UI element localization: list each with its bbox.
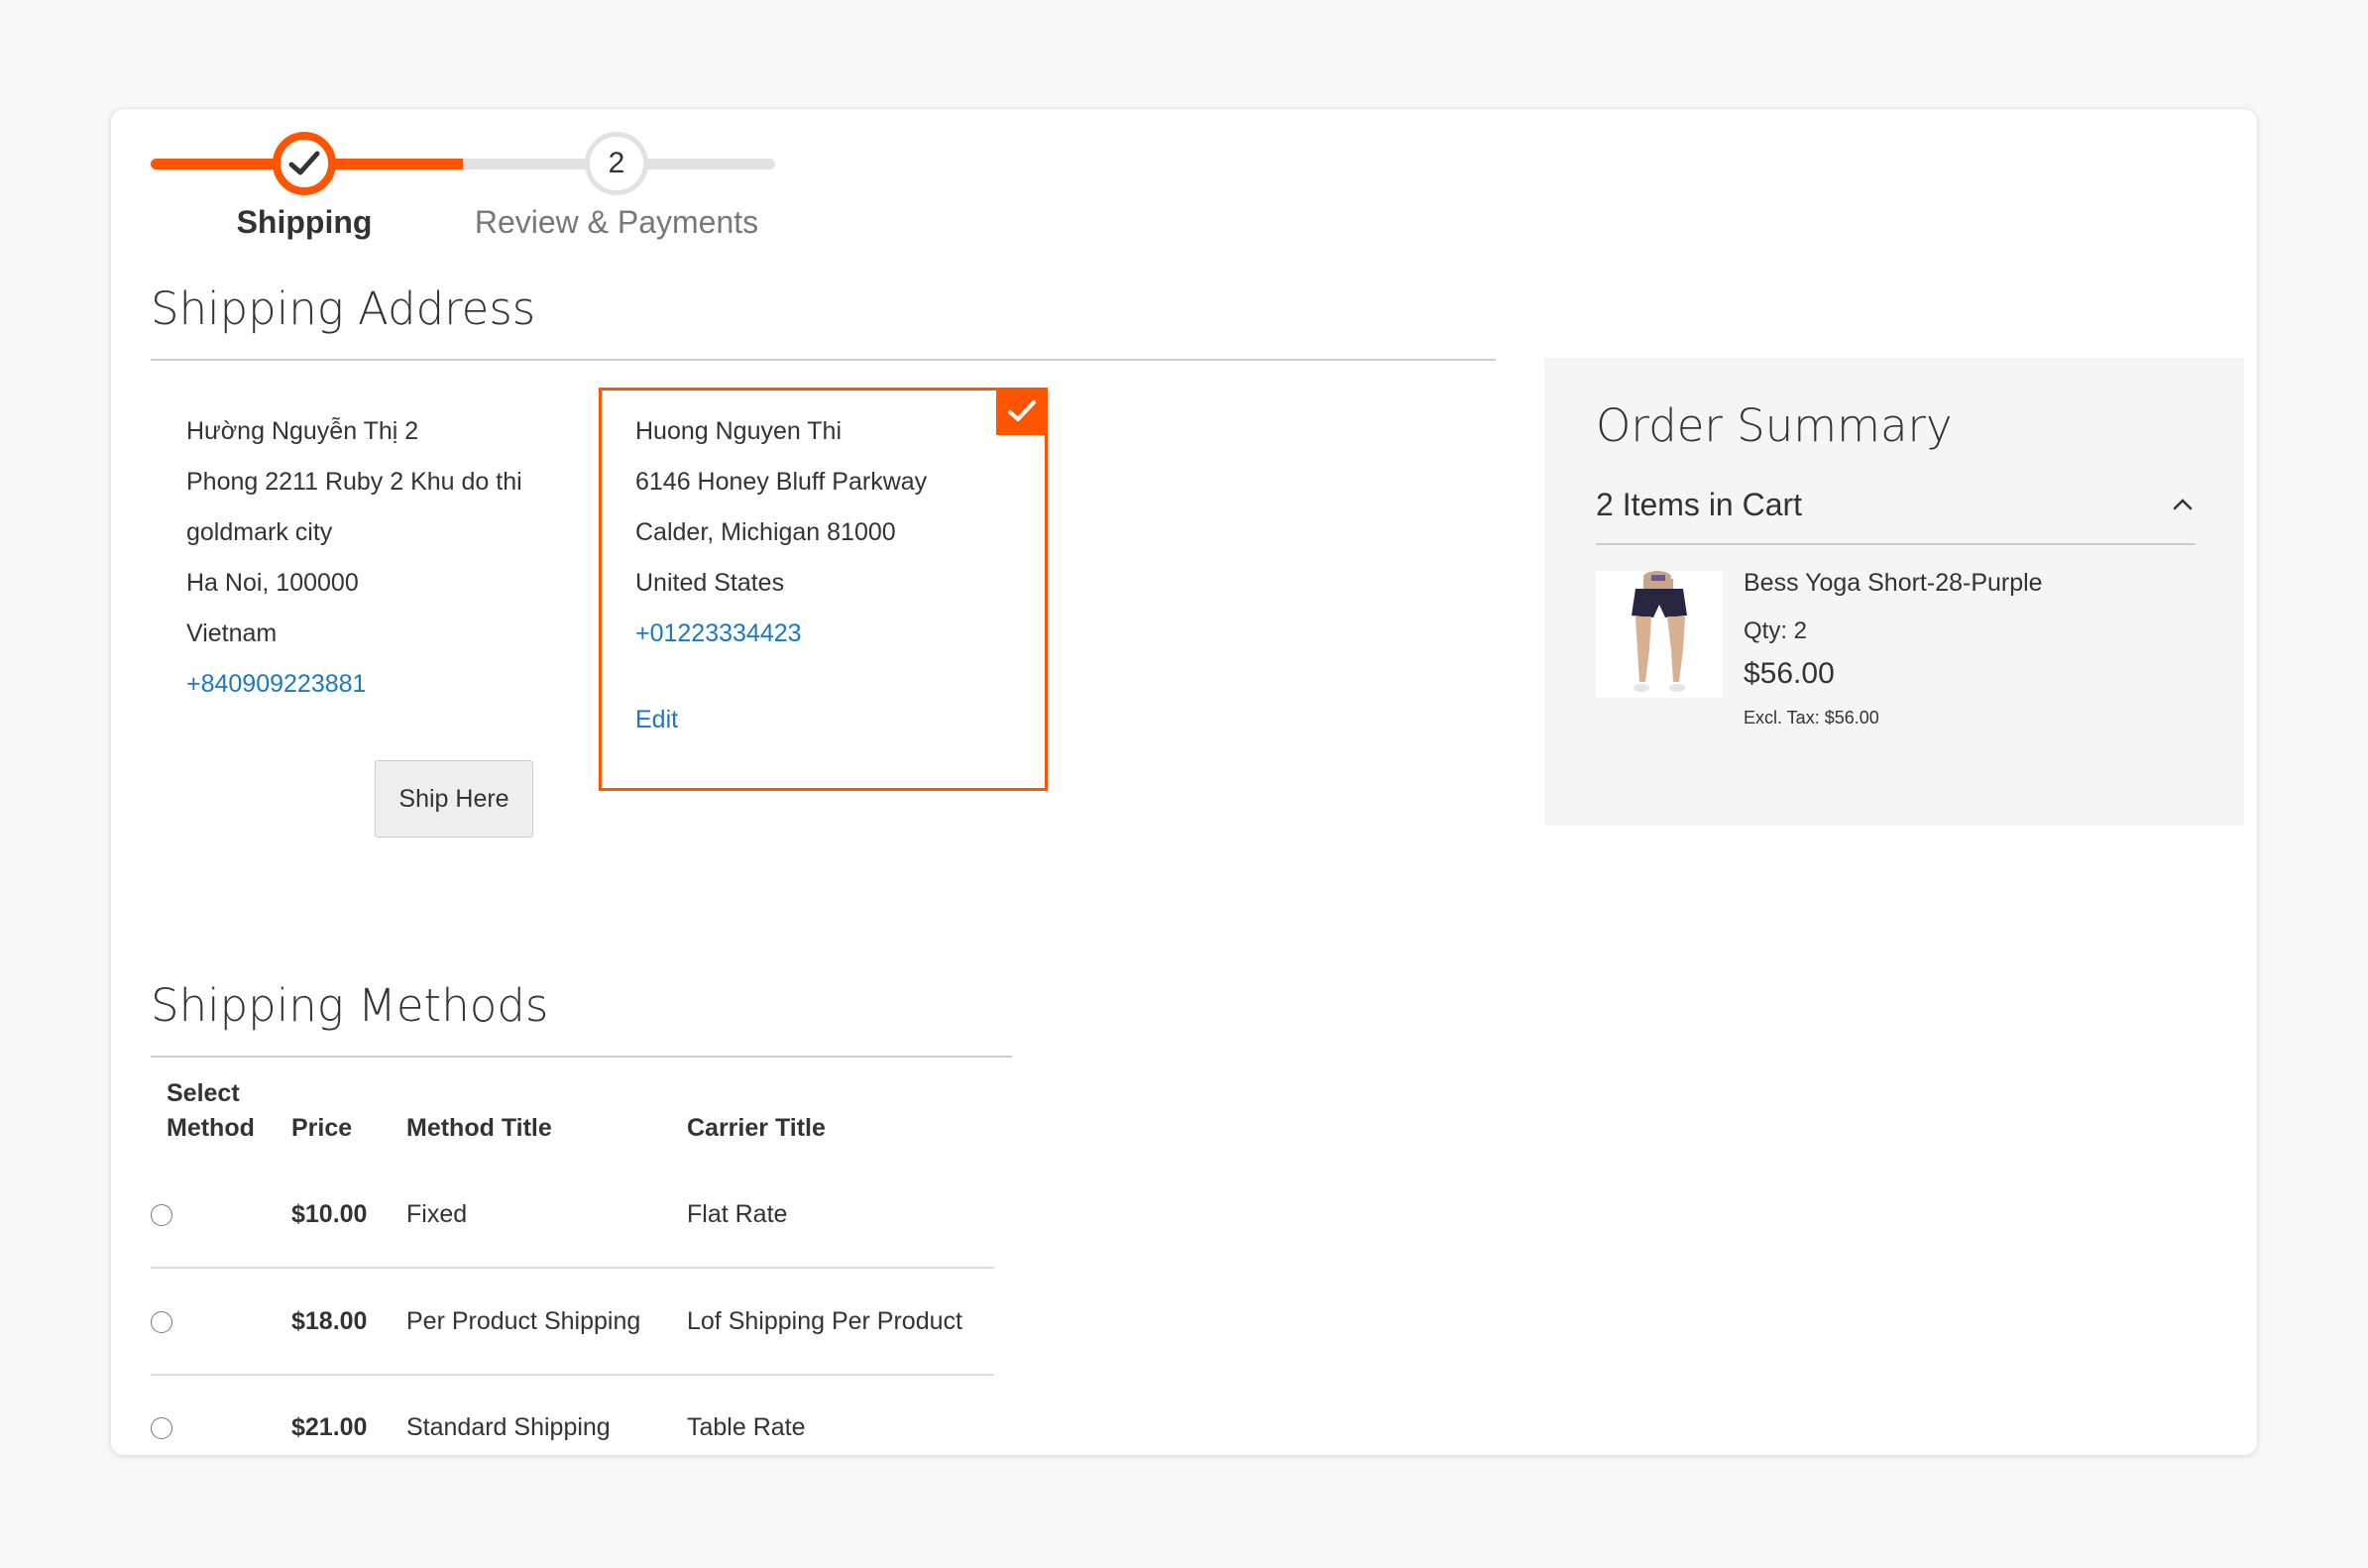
shipping-address-title: Shipping Address xyxy=(151,282,536,335)
header-method-title: Method Title xyxy=(406,1114,552,1142)
shipping-method-radio[interactable] xyxy=(151,1311,172,1333)
header-select-line1: Select xyxy=(167,1079,240,1107)
items-in-cart-toggle[interactable]: 2 Items in Cart xyxy=(1596,487,1802,523)
checkmark-icon xyxy=(288,151,320,175)
method-title: Fixed xyxy=(406,1200,468,1228)
step-shipping-label[interactable]: Shipping xyxy=(146,204,463,241)
header-select-method: Select Method xyxy=(167,1076,255,1146)
order-summary-panel: Order Summary 2 Items in Cart Bess Yoga … xyxy=(1544,358,2244,826)
checkmark-icon xyxy=(1008,400,1036,421)
step-review-circle[interactable]: 2 xyxy=(585,132,648,195)
shipping-method-radio[interactable] xyxy=(151,1417,172,1439)
header-carrier-title: Carrier Title xyxy=(687,1114,826,1142)
section-divider xyxy=(151,1056,1012,1058)
address-country: United States xyxy=(635,569,785,597)
carrier-title: Flat Rate xyxy=(687,1200,788,1228)
order-summary-title: Order Summary xyxy=(1596,399,1953,452)
address-country: Vietnam xyxy=(186,619,278,647)
address-name: Hường Nguyễn Thị 2 xyxy=(186,417,419,445)
address-city: goldmark city xyxy=(186,518,333,546)
selected-address-card[interactable]: Huong Nguyen Thi 6146 Honey Bluff Parkwa… xyxy=(599,388,1048,791)
checkout-card: 2 Shipping Review & Payments Shipping Ad… xyxy=(110,108,2258,1456)
selected-check-badge xyxy=(996,388,1048,435)
method-price: $18.00 xyxy=(291,1307,368,1335)
edit-address-link[interactable]: Edit xyxy=(635,695,1045,745)
product-qty: Qty: 2 xyxy=(1744,617,1808,644)
section-divider xyxy=(151,359,1496,361)
header-price: Price xyxy=(291,1114,353,1142)
chevron-up-icon[interactable] xyxy=(2170,492,2196,517)
carrier-title: Lof Shipping Per Product xyxy=(687,1307,962,1335)
ship-here-button[interactable]: Ship Here xyxy=(375,760,533,838)
address-region: Calder, Michigan 81000 xyxy=(635,518,896,546)
method-price: $10.00 xyxy=(291,1200,368,1228)
address-phone[interactable]: +01223334423 xyxy=(635,609,1045,659)
product-name: Bess Yoga Short-28-Purple xyxy=(1744,569,2043,597)
address-name: Huong Nguyen Thi xyxy=(635,417,843,445)
step-review-label[interactable]: Review & Payments xyxy=(458,204,775,241)
address-card[interactable]: Hường Nguyễn Thị 2 Phong 2211 Ruby 2 Khu… xyxy=(186,406,522,710)
address-street: Phong 2211 Ruby 2 Khu do thi xyxy=(186,468,522,496)
address-phone[interactable]: +840909223881 xyxy=(186,659,522,710)
method-title: Standard Shipping xyxy=(406,1413,611,1441)
summary-divider xyxy=(1596,543,2196,545)
product-thumbnail xyxy=(1596,571,1723,698)
product-excl-tax: Excl. Tax: $56.00 xyxy=(1744,708,1879,728)
yoga-shorts-image xyxy=(1632,571,1687,692)
carrier-title: Table Rate xyxy=(687,1413,806,1441)
method-price: $21.00 xyxy=(291,1413,368,1441)
shipping-methods-title: Shipping Methods xyxy=(151,979,549,1032)
row-divider xyxy=(151,1267,994,1269)
step-number: 2 xyxy=(608,147,625,179)
shipping-method-radio[interactable] xyxy=(151,1204,172,1226)
row-divider xyxy=(151,1374,994,1376)
method-title: Per Product Shipping xyxy=(406,1307,641,1335)
address-street: 6146 Honey Bluff Parkway xyxy=(635,468,928,496)
step-shipping-circle[interactable] xyxy=(273,132,336,195)
address-region: Ha Noi, 100000 xyxy=(186,569,359,597)
header-select-line2: Method xyxy=(167,1114,255,1142)
product-price: $56.00 xyxy=(1744,657,1835,690)
